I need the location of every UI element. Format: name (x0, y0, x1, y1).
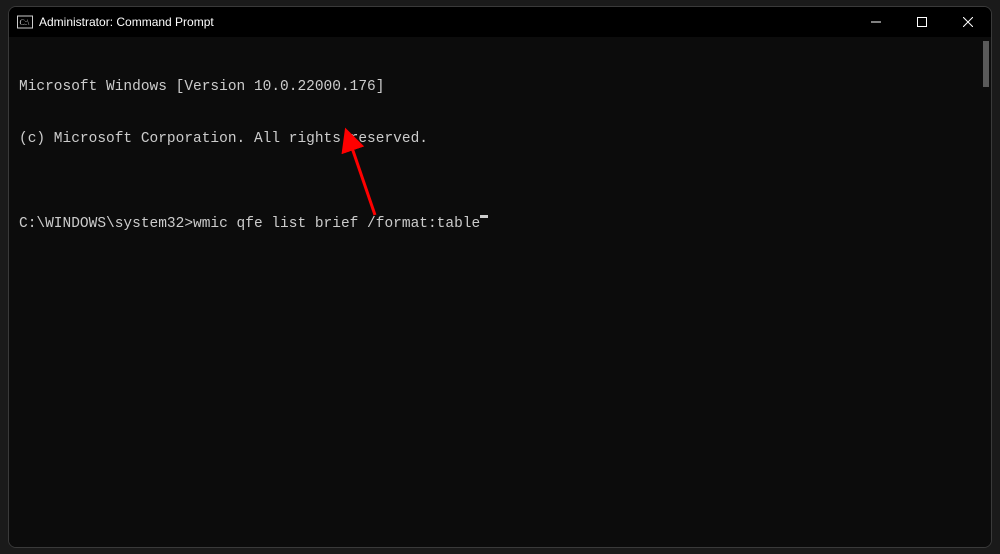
svg-text:C:\: C:\ (20, 18, 31, 27)
close-button[interactable] (945, 7, 991, 37)
window-controls (853, 7, 991, 37)
terminal-output-line: Microsoft Windows [Version 10.0.22000.17… (19, 79, 981, 96)
cursor (480, 215, 488, 218)
terminal-prompt: C:\WINDOWS\system32> (19, 216, 193, 233)
command-prompt-window: C:\ Administrator: Command Prompt Micros… (8, 6, 992, 548)
terminal-prompt-line: C:\WINDOWS\system32>wmic qfe list brief … (19, 216, 981, 233)
terminal-output-line: (c) Microsoft Corporation. All rights re… (19, 131, 981, 148)
terminal-command: wmic qfe list brief /format:table (193, 216, 480, 233)
titlebar[interactable]: C:\ Administrator: Command Prompt (9, 7, 991, 37)
maximize-button[interactable] (899, 7, 945, 37)
cmd-icon: C:\ (17, 14, 33, 30)
scrollbar-thumb[interactable] (983, 41, 989, 87)
minimize-button[interactable] (853, 7, 899, 37)
terminal-body[interactable]: Microsoft Windows [Version 10.0.22000.17… (9, 37, 991, 547)
window-title: Administrator: Command Prompt (39, 15, 214, 29)
